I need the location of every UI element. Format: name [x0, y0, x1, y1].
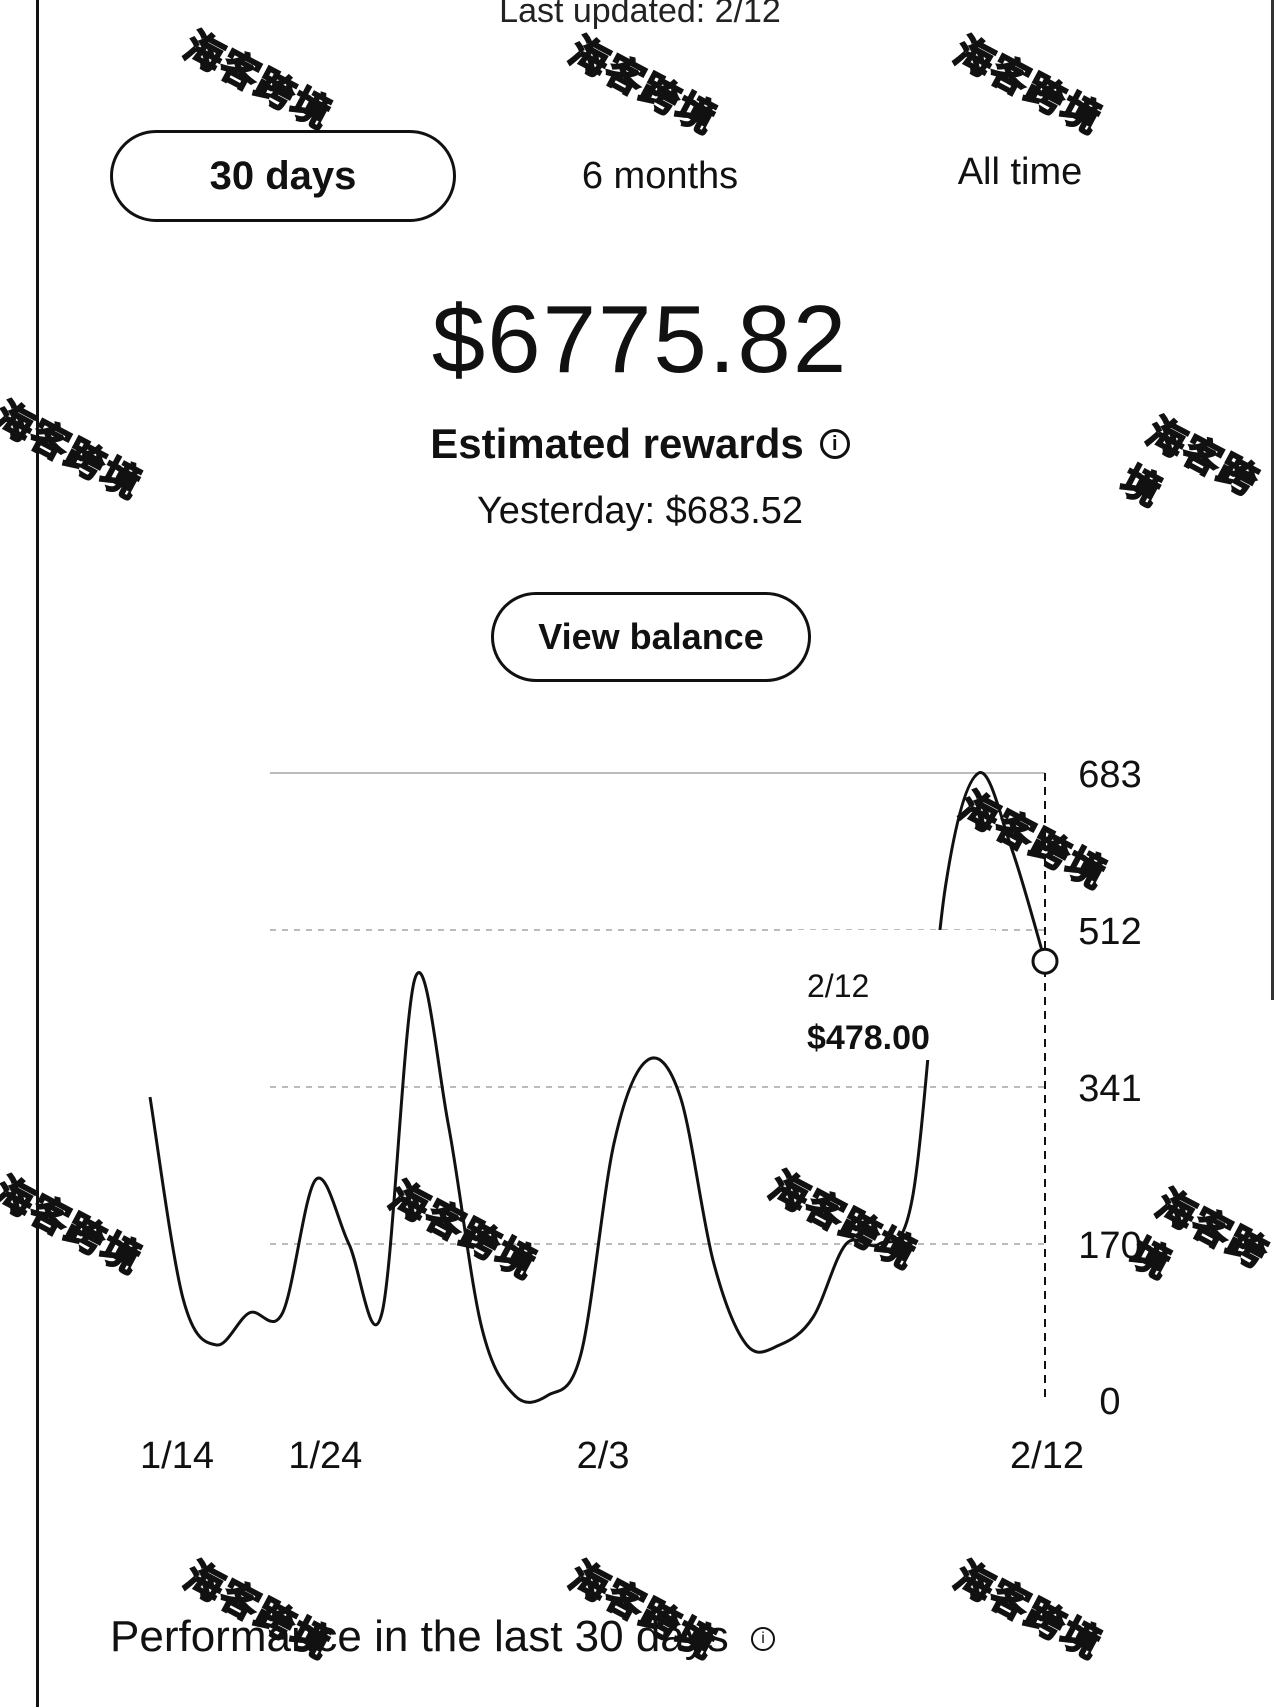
- estimated-rewards-label: Estimated rewards: [430, 420, 804, 467]
- rewards-chart-svg: 0 170 341 512 683 1/14 1/24 2/3 2/12: [140, 754, 1142, 1477]
- x-tick-label: 2/12: [1010, 1435, 1084, 1477]
- info-icon[interactable]: i: [751, 1627, 776, 1652]
- highlight-point: [1031, 947, 1059, 975]
- x-tick-label: 1/14: [140, 1435, 214, 1477]
- tab-all-time[interactable]: All time: [900, 126, 1140, 218]
- x-tick-label: 2/3: [577, 1435, 630, 1477]
- x-tick-label: 1/24: [288, 1435, 362, 1477]
- tooltip-value: $478.00: [807, 1019, 930, 1057]
- estimated-rewards-row: Estimated rewards i: [0, 420, 1280, 468]
- tab-30-days[interactable]: 30 days: [110, 130, 456, 222]
- period-tabs: 30 days 6 months All time: [110, 130, 1110, 226]
- y-tick-label: 170: [1078, 1225, 1141, 1267]
- y-tick-label: 341: [1078, 1068, 1141, 1110]
- watermark: 海客跨境: [176, 23, 340, 139]
- watermark: 海客跨境: [561, 28, 725, 144]
- view-balance-button[interactable]: View balance: [491, 592, 811, 682]
- y-tick-label: 683: [1078, 754, 1141, 796]
- performance-title-text: Performance in the last 30 days: [110, 1612, 729, 1661]
- watermark: 海客跨境: [946, 1553, 1110, 1669]
- chart-tooltip: 2/12 $478.00: [795, 930, 995, 1060]
- last-updated-text: Last updated: 2/12: [499, 0, 781, 30]
- info-icon[interactable]: i: [819, 429, 850, 459]
- rewards-chart: 0 170 341 512 683 1/14 1/24 2/3 2/12: [0, 740, 1280, 1480]
- y-tick-label: 0: [1099, 1381, 1120, 1423]
- yesterday-rewards: Yesterday: $683.52: [476, 490, 804, 532]
- tab-6-months[interactable]: 6 months: [530, 130, 790, 222]
- estimated-rewards-amount: $6775.82: [431, 286, 849, 393]
- performance-title: Performance in the last 30 days i: [110, 1612, 776, 1662]
- y-tick-label: 512: [1078, 911, 1141, 953]
- tooltip-date: 2/12: [807, 968, 870, 1004]
